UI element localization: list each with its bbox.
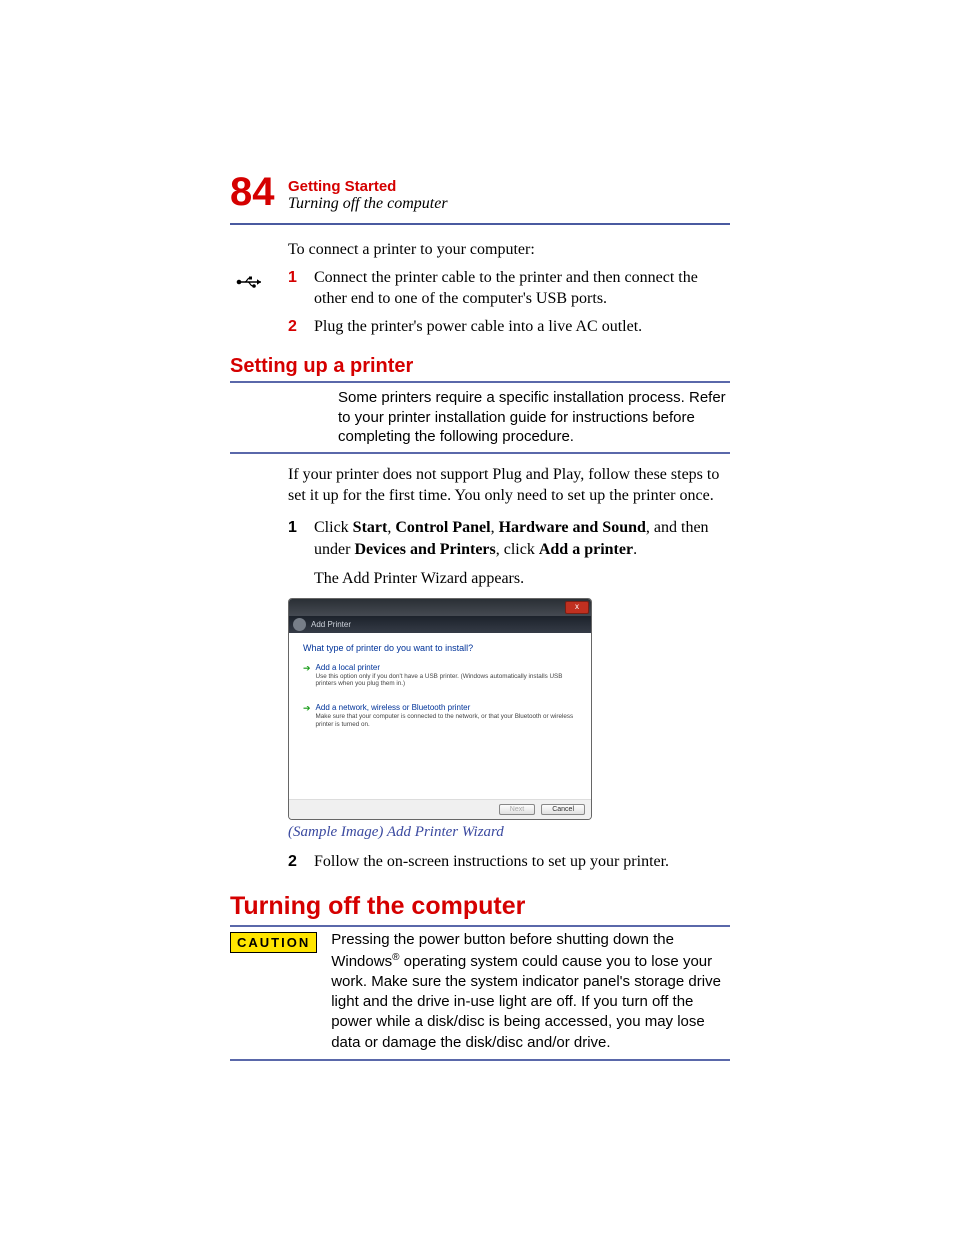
step-number: 1 [288, 517, 314, 590]
step-text: Plug the printer's power cable into a li… [314, 316, 642, 338]
option-title: Add a local printer [316, 663, 577, 672]
arrow-icon: ➔ [303, 703, 311, 727]
back-icon [293, 618, 306, 631]
option-title: Add a network, wireless or Bluetooth pri… [316, 703, 577, 712]
step-b1: 1 Click Start, Control Panel, Hardware a… [288, 517, 730, 590]
caution-rule-bottom [230, 1059, 730, 1061]
wizard-titlebar: x [289, 599, 591, 616]
close-icon: x [565, 601, 589, 614]
wizard-question: What type of printer do you want to inst… [303, 643, 577, 653]
caution-badge: CAUTION [230, 932, 317, 953]
chapter-title: Getting Started [288, 178, 448, 195]
header-rule [230, 223, 730, 225]
section-rule-bottom [230, 452, 730, 454]
step-a2: 2 Plug the printer's power cable into a … [288, 316, 730, 338]
caution-block: CAUTION Pressing the power button before… [230, 930, 730, 1053]
caution-text: Pressing the power button before shuttin… [331, 930, 730, 1053]
step-text: Follow the on-screen instructions to set… [314, 851, 669, 873]
option-desc: Make sure that your computer is connecte… [316, 713, 577, 727]
section-heading-setup: Setting up a printer [230, 355, 730, 378]
step-a1: 1 Connect the printer cable to the print… [288, 267, 730, 310]
step-number: 1 [288, 267, 314, 310]
page-number: 84 [230, 172, 288, 212]
image-caption: (Sample Image) Add Printer Wizard [288, 824, 730, 841]
step-follow-text: The Add Printer Wizard appears. [314, 568, 730, 590]
next-button: Next [499, 804, 535, 815]
note-box: Some printers require a specific install… [230, 386, 730, 449]
intro-text: To connect a printer to your computer: [288, 239, 730, 261]
add-printer-wizard-image: x Add Printer What type of printer do yo… [288, 598, 592, 820]
plug-and-play-text: If your printer does not support Plug an… [288, 464, 730, 507]
page: 84 Getting Started Turning off the compu… [0, 0, 954, 1235]
step-text: Click Start, Control Panel, Hardware and… [314, 517, 730, 590]
section-subtitle: Turning off the computer [288, 195, 448, 213]
step-number: 2 [288, 851, 314, 873]
content-column: 84 Getting Started Turning off the compu… [230, 172, 730, 1064]
step-b2: 2 Follow the on-screen instructions to s… [288, 851, 730, 873]
step-text: Connect the printer cable to the printer… [314, 267, 730, 310]
wizard-footer: Next Cancel [289, 799, 591, 819]
wizard-breadcrumb-bar: Add Printer [289, 616, 591, 633]
cancel-button: Cancel [541, 804, 585, 815]
arrow-icon: ➔ [303, 663, 311, 687]
wizard-option-local: ➔ Add a local printer Use this option on… [303, 663, 577, 687]
option-desc: Use this option only if you don't have a… [316, 673, 577, 687]
note-text: Some printers require a specific install… [338, 386, 730, 449]
page-header: 84 Getting Started Turning off the compu… [230, 172, 730, 213]
section-rule-top [230, 381, 730, 383]
caution-rule-top [230, 925, 730, 927]
section-heading-turnoff: Turning off the computer [230, 892, 730, 921]
wizard-option-network: ➔ Add a network, wireless or Bluetooth p… [303, 703, 577, 727]
wizard-breadcrumb: Add Printer [311, 620, 351, 629]
wizard-body: What type of printer do you want to inst… [289, 633, 591, 799]
step-number: 2 [288, 316, 314, 338]
header-text: Getting Started Turning off the computer [288, 178, 448, 213]
